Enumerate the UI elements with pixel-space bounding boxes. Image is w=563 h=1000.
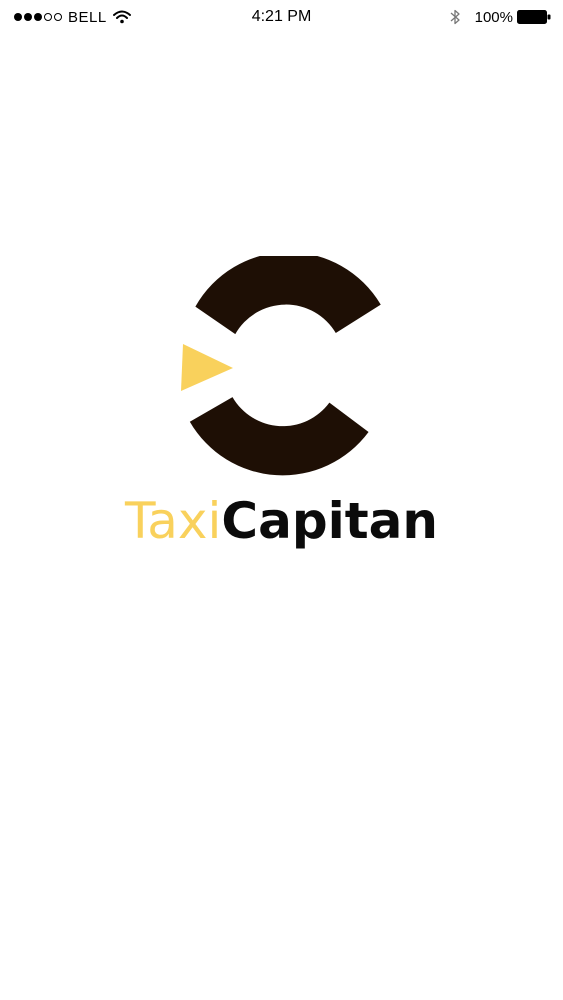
logo-c-shape <box>195 256 381 335</box>
signal-dot <box>44 13 52 21</box>
app-brand-name: TaxiCapitan <box>0 492 563 550</box>
brand-capitan-text: Capitan <box>221 492 438 550</box>
signal-dot <box>54 13 62 21</box>
battery-percent: 100% <box>474 8 513 26</box>
status-bar: BELL 4:21 PM 100% <box>0 0 563 34</box>
signal-dot <box>14 13 22 21</box>
status-right: 100% <box>449 8 551 26</box>
signal-dot <box>24 13 32 21</box>
signal-dot <box>34 13 42 21</box>
status-left: BELL <box>14 8 131 26</box>
brand-taxi-text: Taxi <box>125 492 222 550</box>
logo-c-shape-lower <box>189 397 369 476</box>
signal-strength-icon <box>14 13 62 21</box>
wifi-icon <box>112 10 131 24</box>
bluetooth-icon <box>450 9 460 25</box>
logo-arrow <box>181 344 233 391</box>
taxi-capitan-logo-icon <box>181 256 381 476</box>
battery-icon <box>517 10 551 24</box>
carrier-name: BELL <box>68 8 107 26</box>
